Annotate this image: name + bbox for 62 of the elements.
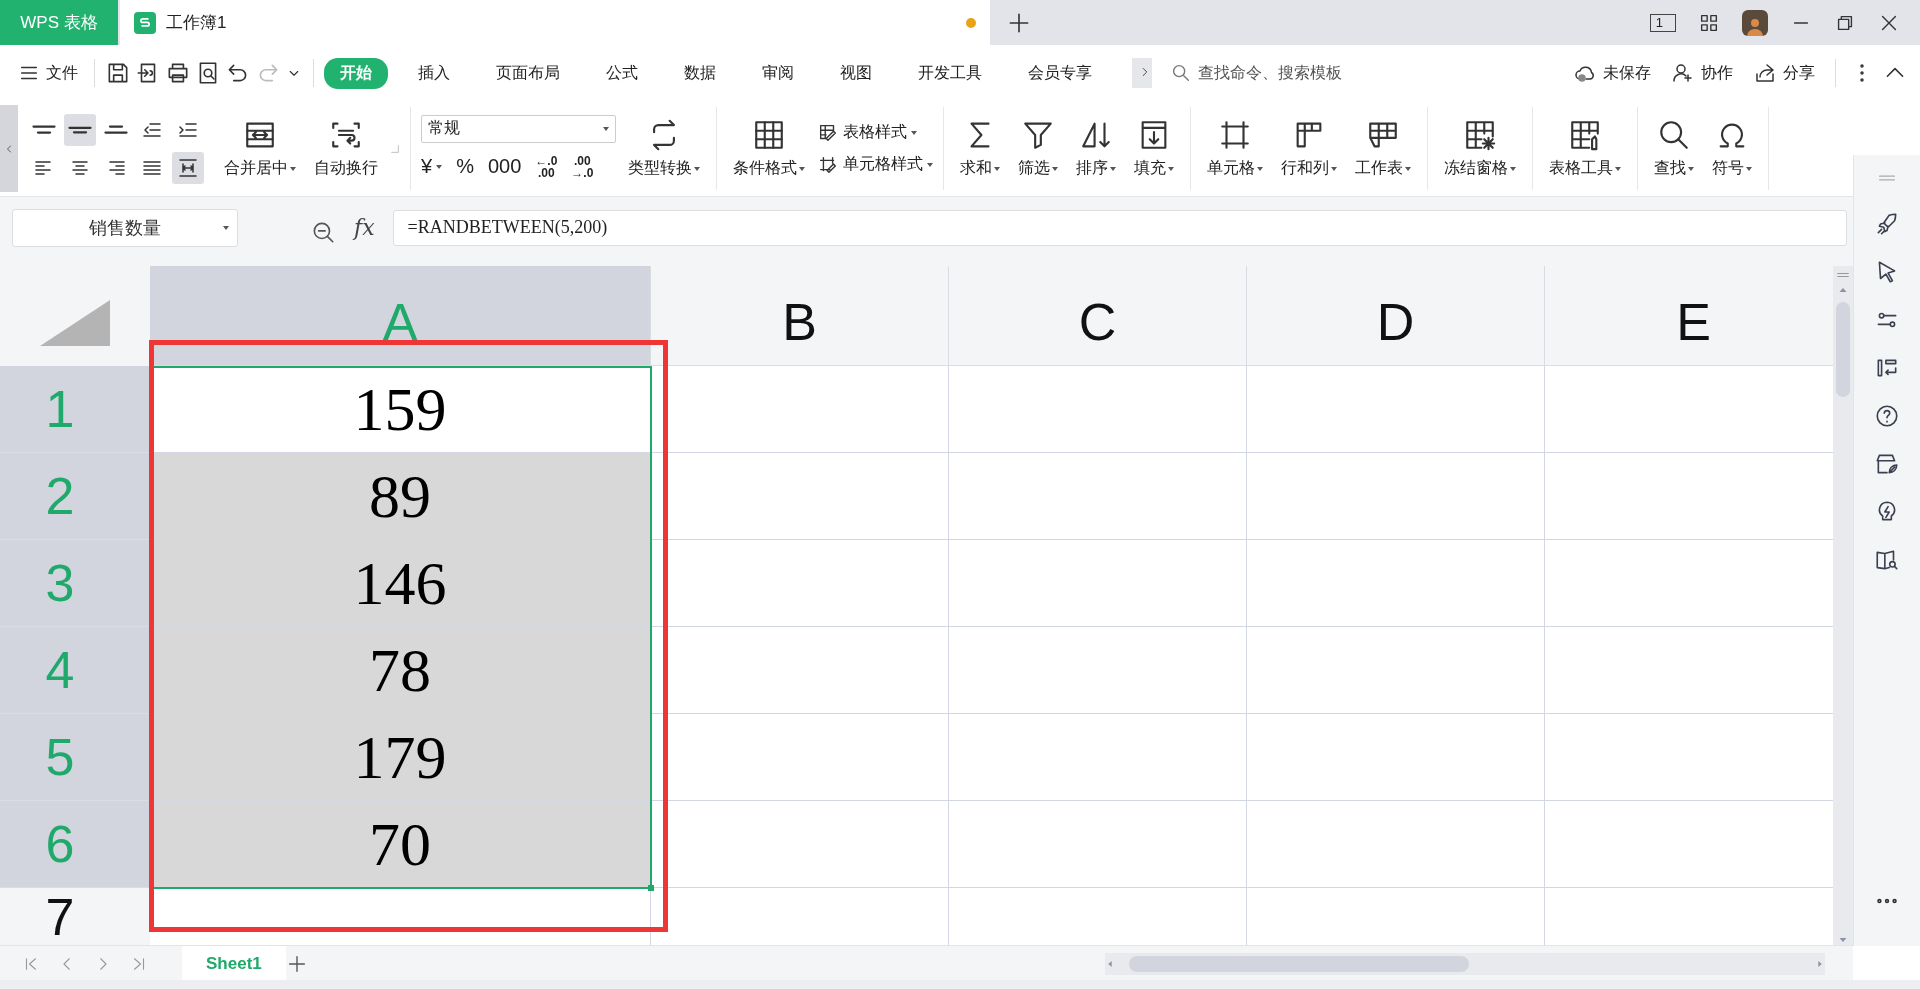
ribbon-button[interactable]: 筛选 bbox=[1012, 116, 1064, 181]
ribbon-tab[interactable]: 数据 bbox=[668, 57, 732, 89]
user-add-icon bbox=[1671, 61, 1695, 85]
share-button[interactable]: 分享 bbox=[1747, 57, 1821, 89]
ribbon-button[interactable]: 行和列 bbox=[1275, 116, 1343, 181]
align-top-icon bbox=[32, 125, 56, 134]
share-icon bbox=[1753, 61, 1777, 85]
file-menu[interactable]: 文件 bbox=[12, 58, 84, 88]
ribbon-button[interactable]: 单元格 bbox=[1201, 116, 1269, 181]
decimal-button[interactable]: .00 →.0 bbox=[571, 154, 594, 179]
ribbon-button[interactable]: 工作表 bbox=[1349, 116, 1417, 181]
align-bottom-icon bbox=[104, 125, 128, 134]
search-icon bbox=[1170, 62, 1192, 84]
ribbon-button[interactable]: 查找 bbox=[1648, 116, 1700, 181]
table-tools-icon bbox=[1568, 118, 1602, 152]
ribbon-button[interactable]: 条件格式 bbox=[727, 116, 811, 181]
row-header[interactable]: 7 bbox=[0, 888, 150, 946]
ribbon-tab[interactable]: 视图 bbox=[824, 57, 888, 89]
decimal-button[interactable]: ←.0 .00 bbox=[535, 154, 558, 179]
ribbon-tab[interactable]: 会员专享 bbox=[1012, 57, 1108, 89]
ribbon-button[interactable]: 符号 bbox=[1706, 116, 1758, 181]
page-view-button[interactable]: 1 bbox=[1649, 13, 1676, 32]
function-button[interactable]: fx bbox=[354, 215, 375, 240]
freeze-panes-icon bbox=[1463, 118, 1497, 152]
format-button[interactable]: 000 bbox=[487, 155, 522, 178]
column-header[interactable]: E bbox=[1545, 266, 1833, 366]
save-status-button[interactable]: 未保存 bbox=[1567, 57, 1657, 89]
cell-icon bbox=[1218, 118, 1252, 152]
ribbon-tab[interactable]: 页面布局 bbox=[480, 57, 576, 89]
column-header[interactable]: B bbox=[651, 266, 949, 366]
align-button[interactable] bbox=[64, 113, 96, 146]
collaborate-button[interactable]: 协作 bbox=[1665, 57, 1739, 89]
ribbon-button[interactable]: 排序 bbox=[1070, 116, 1122, 181]
name-box[interactable]: 销售数量 bbox=[12, 208, 238, 247]
format-button[interactable]: ¥ bbox=[421, 155, 443, 178]
table-icon bbox=[752, 118, 786, 152]
ribbon-tab[interactable]: 公式 bbox=[590, 57, 654, 89]
column-header[interactable]: D bbox=[1247, 266, 1545, 366]
ribbon-button[interactable]: 合并居中 bbox=[218, 116, 302, 181]
formula-field[interactable]: =RANDBETWEEN(5,200) bbox=[392, 209, 1847, 246]
ribbon-button[interactable]: 求和 bbox=[954, 116, 1006, 181]
ribbon-tab[interactable]: 审阅 bbox=[746, 57, 810, 89]
help-icon[interactable] bbox=[1874, 403, 1900, 429]
ribbon-button[interactable]: 冻结窗格 bbox=[1438, 116, 1522, 181]
ribbon-button[interactable]: 类型转换 bbox=[622, 116, 706, 181]
ribbon-tab[interactable]: 开发工具 bbox=[902, 57, 998, 89]
ribbon-button[interactable]: 自动换行 bbox=[308, 116, 384, 181]
align-middle-icon bbox=[68, 125, 92, 134]
ribbon-button[interactable]: 表格工具 bbox=[1543, 116, 1627, 181]
search-icon bbox=[1657, 118, 1691, 152]
align-button[interactable] bbox=[172, 151, 204, 184]
ribbon-button[interactable]: 填充 bbox=[1128, 116, 1180, 181]
spreadsheet-icon bbox=[134, 11, 156, 34]
document-tab[interactable]: 工作簿1 bbox=[120, 0, 990, 45]
fill-handle[interactable] bbox=[648, 885, 654, 891]
avatar-icon[interactable] bbox=[1742, 9, 1768, 36]
format-button[interactable]: % bbox=[456, 155, 474, 178]
style-button[interactable]: 表格样式 bbox=[817, 121, 933, 144]
column-header[interactable]: C bbox=[949, 266, 1247, 366]
style-button[interactable]: 单元格样式 bbox=[817, 153, 933, 176]
ribbon-tab[interactable]: 插入 bbox=[402, 57, 466, 89]
number-format-dropdown[interactable]: 常规 bbox=[421, 114, 616, 143]
